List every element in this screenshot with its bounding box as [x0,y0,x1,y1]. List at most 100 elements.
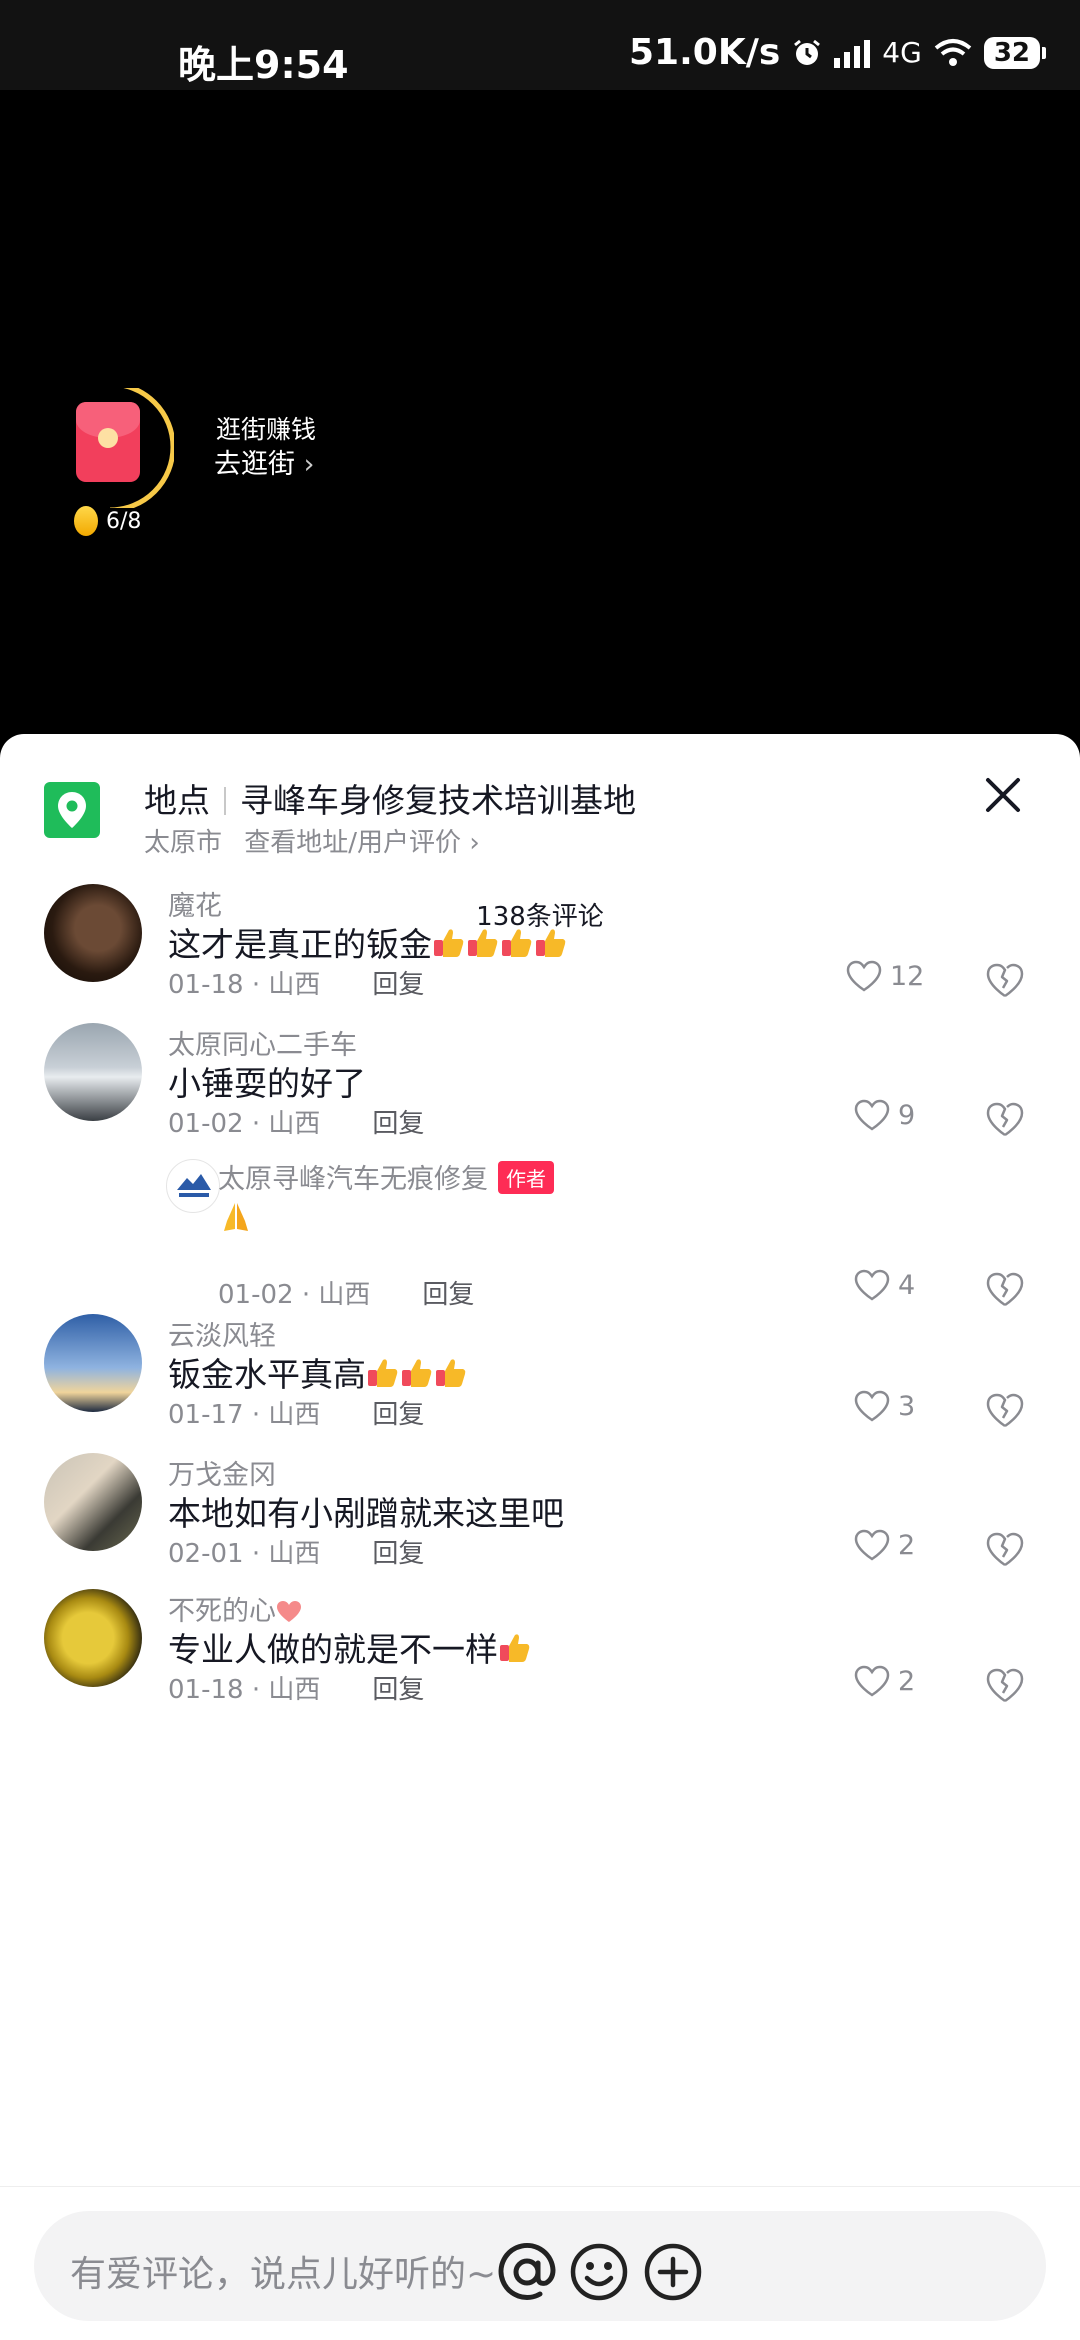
comment-meta: 01-17 · 山西 回复 [168,1394,424,1431]
comment-text-content: 钣金水平真高 [168,1355,366,1394]
status-icons: 51.0K/s 4G 32 [629,32,1046,73]
comment-meta: 01-02 · 山西 回复 [218,1274,474,1311]
reply-button[interactable]: 回复 [422,1280,474,1310]
status-bar: 晚上9:54 51.0K/s 4G 32 [0,0,1080,90]
gold-egg-icon [74,506,98,536]
like-button[interactable]: 12 [846,960,924,992]
like-heart-icon [846,960,882,992]
at-mention-icon[interactable] [496,2241,558,2303]
coin-progress: 6/8 [74,506,141,536]
thumbs-up-icon [402,1359,432,1387]
like-count: 2 [898,1665,916,1697]
location-name: 寻峰车身修复技术培训基地 [240,781,636,820]
praying-hands-icon [224,1203,248,1231]
add-icon[interactable] [642,2241,704,2303]
avatar[interactable] [44,1314,142,1412]
avatar[interactable] [44,1453,142,1551]
location-link[interactable]: 查看地址/用户评价 [244,828,461,858]
comment-date: 02-01 · 山西 [168,1539,321,1569]
like-heart-icon [854,1529,890,1561]
thumbs-up-icon [368,1359,398,1387]
comment-text: 专业人做的就是不一样 [168,1623,532,1671]
comment-text: 这才是真正的钣金 [168,918,568,966]
battery-icon: 32 [983,36,1046,69]
coin-progress-text: 6/8 [106,508,142,534]
avatar[interactable] [44,1589,142,1687]
dislike-broken-heart-icon[interactable] [985,1101,1025,1139]
go-shop-label: 去逛街 [214,449,295,480]
comment-date: 01-18 · 山西 [168,970,321,1000]
comment-text-content: 小锤耍的好了 [168,1064,366,1103]
avatar[interactable] [44,884,142,982]
wifi-icon [934,38,972,66]
comment-text-content: 本地如有小剐蹭就来这里吧 [168,1494,564,1533]
close-icon[interactable] [978,770,1028,820]
dislike-broken-heart-icon[interactable] [985,1392,1025,1430]
comment-date: 01-17 · 山西 [168,1400,321,1430]
status-time: 晚上9:54 [178,43,349,87]
comment-username[interactable]: 太原寻峰汽车无痕修复 作者 [218,1157,554,1196]
chevron-right-icon: › [469,828,480,858]
reply-button[interactable]: 回复 [372,1400,424,1430]
dislike-broken-heart-icon[interactable] [985,1667,1025,1705]
battery-level: 32 [983,36,1040,69]
chevron-right-icon: › [303,449,315,480]
comment-text: 钣金水平真高 [168,1348,468,1396]
comment-text [218,1199,254,1243]
reply-button[interactable]: 回复 [372,1539,424,1569]
emoji-icon[interactable] [568,2241,630,2303]
like-count: 4 [898,1269,916,1301]
like-count: 3 [898,1390,916,1422]
comment-text-content: 专业人做的就是不一样 [168,1630,498,1669]
like-heart-icon [854,1390,890,1422]
like-button[interactable]: 9 [854,1099,915,1131]
comment-input-placeholder: 有爱评论，说点儿好听的~ [70,2254,497,2295]
shop-title: 逛街赚钱 [216,415,317,444]
comment-meta: 01-18 · 山西 回复 [168,964,424,1001]
like-count: 9 [898,1099,916,1131]
reply-button[interactable]: 回复 [372,970,424,1000]
video-area[interactable]: 逛街赚钱 去逛街 › 6/8 [0,90,1080,735]
dislike-broken-heart-icon[interactable] [985,1531,1025,1569]
divider [224,787,226,815]
alarm-icon [794,39,821,65]
like-count: 12 [890,960,925,992]
location-label: 地点 [144,781,210,820]
net-speed: 51.0K/s [629,32,781,73]
thumbs-up-icon [502,929,532,957]
like-count: 2 [898,1529,916,1561]
comment-input-bar: 有爱评论，说点儿好听的~ [0,2186,1080,2340]
thumbs-up-icon [436,1359,466,1387]
like-button[interactable]: 4 [854,1269,915,1301]
like-button[interactable]: 3 [854,1390,915,1422]
avatar[interactable] [166,1159,220,1213]
thumbs-up-icon [434,929,464,957]
location-sub[interactable]: 太原市 查看地址/用户评价 › [144,822,480,859]
comment-input[interactable]: 有爱评论，说点儿好听的~ [34,2211,1046,2321]
signal-icon [834,38,871,68]
reply-button[interactable]: 回复 [372,1675,424,1705]
author-badge: 作者 [498,1161,554,1194]
dislike-broken-heart-icon[interactable] [985,1271,1025,1309]
comment-text-content: 这才是真正的钣金 [168,925,432,964]
like-button[interactable]: 2 [854,1665,915,1697]
location-pin-icon [44,782,100,838]
red-packet-icon [76,402,140,482]
like-heart-icon [854,1269,890,1301]
comment-date: 01-18 · 山西 [168,1675,321,1705]
network-type: 4G [882,36,922,69]
comment-meta: 02-01 · 山西 回复 [168,1533,424,1570]
like-button[interactable]: 2 [854,1529,915,1561]
thumbs-up-icon [468,929,498,957]
go-shop-link[interactable]: 去逛街 › [214,442,314,481]
comment-date: 01-02 · 山西 [218,1280,371,1310]
comment-meta: 01-18 · 山西 回复 [168,1669,424,1706]
like-heart-icon [854,1665,890,1697]
location-header[interactable]: 地点 寻峰车身修复技术培训基地 [144,774,636,822]
reply-button[interactable]: 回复 [372,1109,424,1139]
dislike-broken-heart-icon[interactable] [985,962,1025,1000]
avatar[interactable] [44,1023,142,1121]
thumbs-up-icon [500,1634,530,1662]
comment-meta: 01-02 · 山西 回复 [168,1103,424,1140]
comment-date: 01-02 · 山西 [168,1109,321,1139]
